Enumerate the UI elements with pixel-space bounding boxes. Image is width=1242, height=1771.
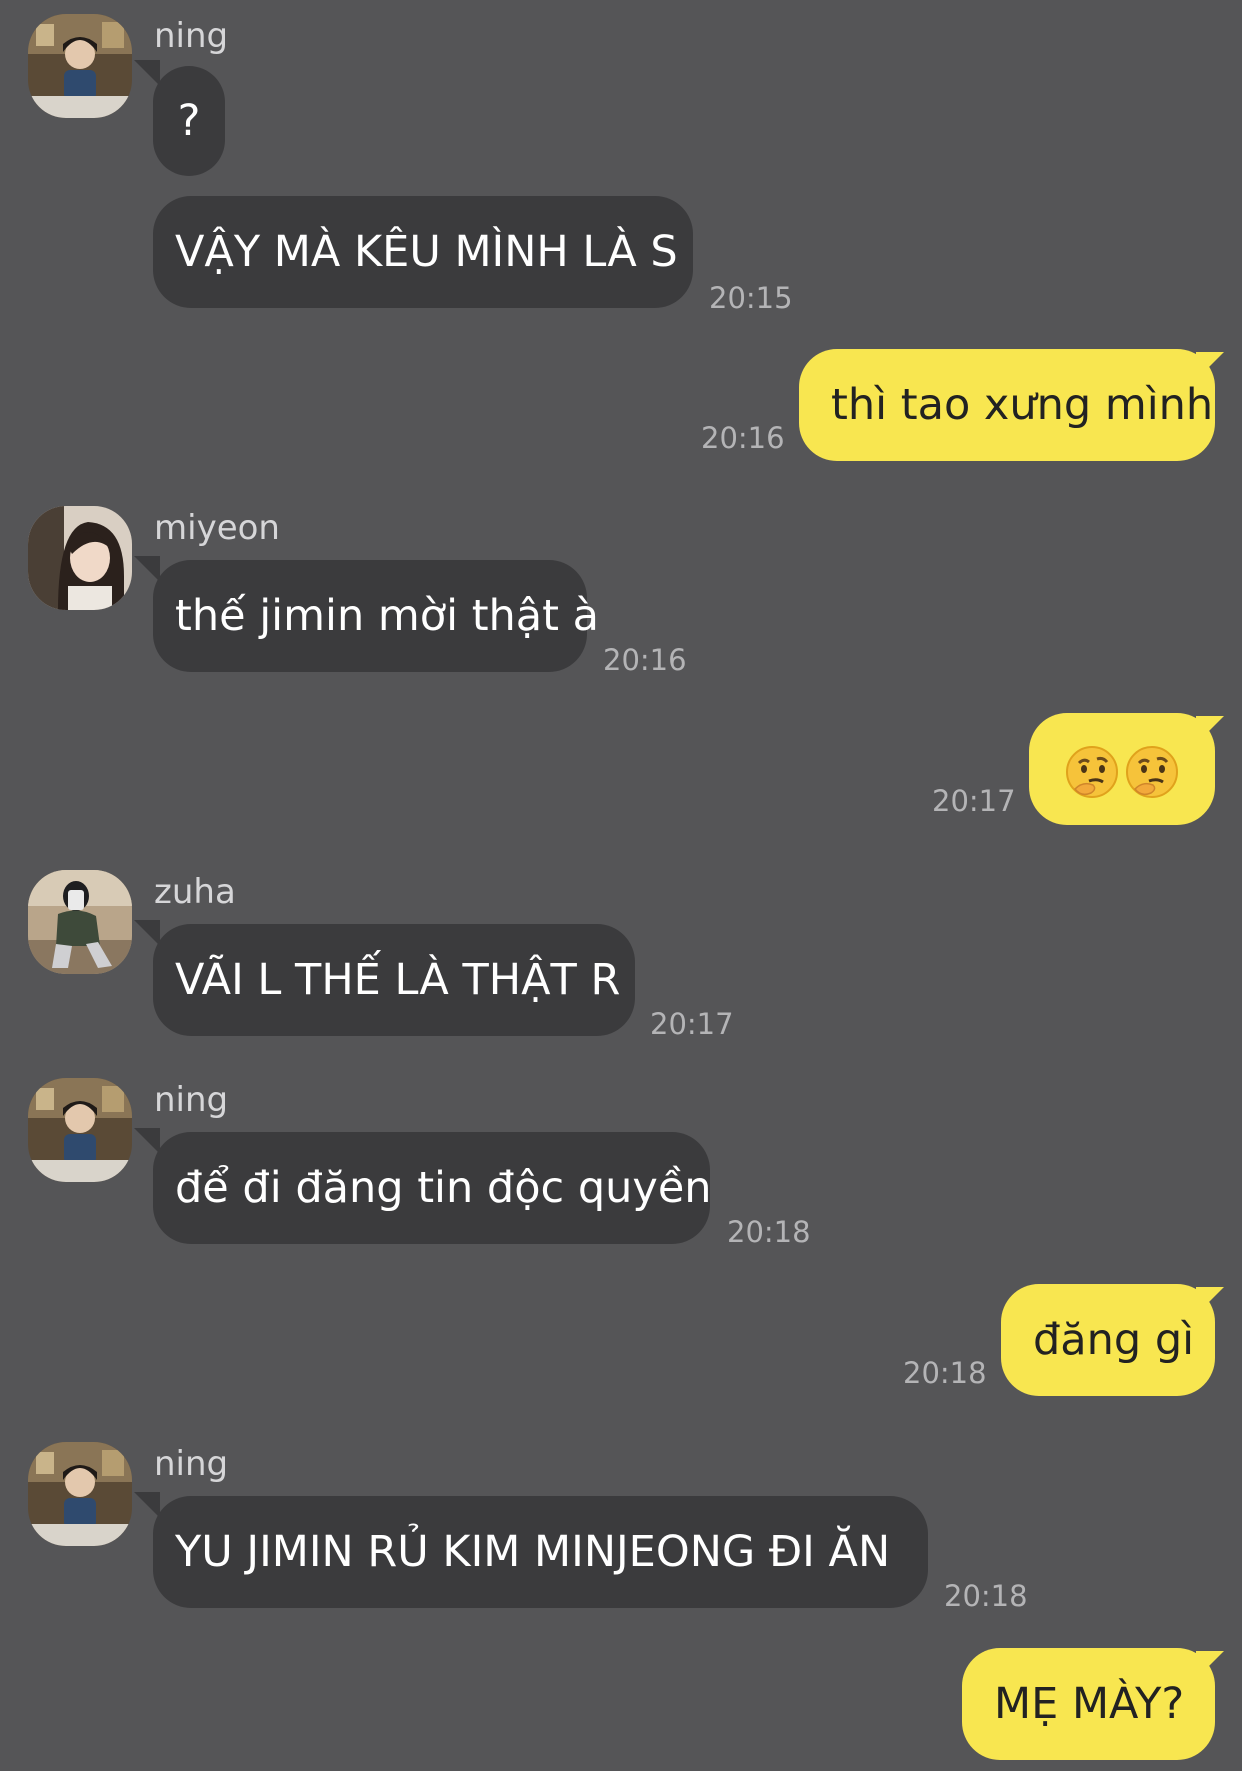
message-text: VẬY MÀ KÊU MÌNH LÀ S [175,227,678,277]
message-time: 20:17 [650,1007,734,1041]
message-time: 20:17 [932,784,1016,818]
message-time: 20:18 [727,1215,811,1249]
bubble-tail [134,556,160,582]
message-bubble-incoming[interactable]: VẬY MÀ KÊU MÌNH LÀ S [153,196,693,308]
thinking-face-emoji [1126,745,1178,798]
message-time: 20:16 [603,643,687,677]
sender-name: zuha [154,872,236,912]
sender-name: ning [154,16,229,56]
ning-avatar-image [28,14,132,118]
message-text: đăng gì [1033,1315,1195,1365]
message-time: 20:18 [944,1579,1028,1613]
avatar-ning[interactable] [28,14,132,118]
miyeon-avatar-image [28,506,132,610]
message-text: thì tao xưng mình [831,380,1214,430]
bubble-tail [134,920,160,946]
message-bubble-incoming[interactable]: YU JIMIN RỦ KIM MINJEONG ĐI ĂN [153,1496,928,1608]
message-bubble-incoming[interactable]: thế jimin mời thật à [153,560,600,672]
avatar-miyeon[interactable] [28,506,132,610]
bubble-tail [1196,716,1224,744]
message-text: VÃI L THẾ LÀ THẬT R [175,955,621,1005]
avatar-ning[interactable] [28,1078,132,1182]
message-time: 20:15 [709,281,793,315]
message-text: YU JIMIN RỦ KIM MINJEONG ĐI ĂN [175,1527,891,1577]
message-bubble-incoming[interactable]: VÃI L THẾ LÀ THẬT R [153,924,635,1036]
ning-avatar-image [28,1078,132,1182]
message-bubble-outgoing[interactable]: MẸ MÀY? [962,1648,1215,1760]
sender-name: ning [154,1444,229,1484]
message-time: 20:16 [701,421,785,455]
bubble-tail [134,1492,160,1518]
bubble-tail [1196,352,1224,380]
bubble-tail [1196,1651,1224,1679]
message-text: ? [177,96,201,146]
message-text: để đi đăng tin độc quyền [175,1163,712,1213]
avatar-ning[interactable] [28,1442,132,1546]
bubble-tail [134,1128,160,1154]
sender-name: ning [154,1080,229,1120]
message-bubble-outgoing[interactable]: đăng gì [1001,1284,1215,1396]
zuha-avatar-image [28,870,132,974]
message-text: MẸ MÀY? [994,1679,1185,1729]
message-time: 20:18 [903,1356,987,1390]
bubble-tail [1196,1287,1224,1315]
ning-avatar-image [28,1442,132,1546]
avatar-zuha[interactable] [28,870,132,974]
message-text: thế jimin mời thật à [175,591,600,641]
thinking-face-emoji [1066,745,1118,798]
message-bubble-incoming[interactable]: ? [153,66,225,176]
sender-name: miyeon [154,508,280,548]
message-bubble-outgoing[interactable] [1029,713,1215,825]
message-bubble-incoming[interactable]: để đi đăng tin độc quyền [153,1132,712,1244]
message-bubble-outgoing[interactable]: thì tao xưng mình [799,349,1215,461]
